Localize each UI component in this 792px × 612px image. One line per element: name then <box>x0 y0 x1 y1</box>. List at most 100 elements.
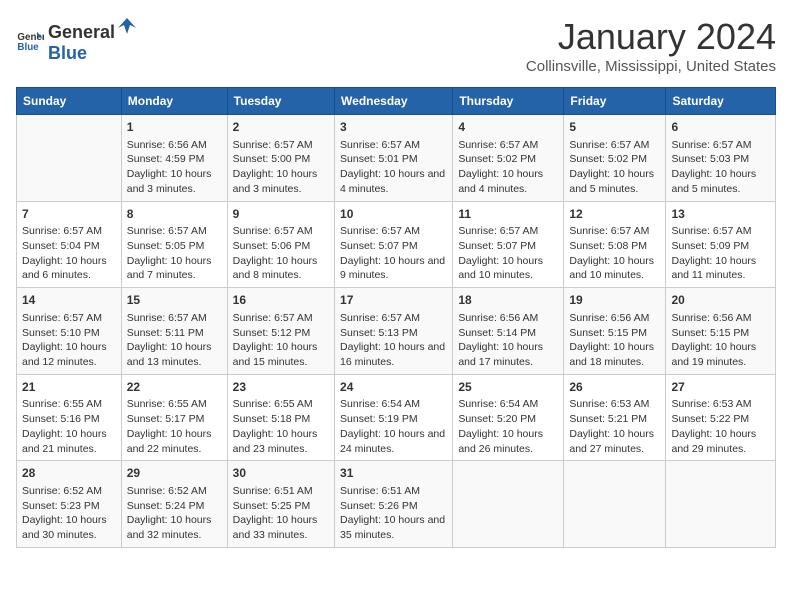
calendar-table: SundayMondayTuesdayWednesdayThursdayFrid… <box>16 87 776 548</box>
calendar-cell: 16Sunrise: 6:57 AMSunset: 5:12 PMDayligh… <box>227 288 334 375</box>
day-info: Sunrise: 6:56 AMSunset: 5:15 PMDaylight:… <box>569 311 660 370</box>
weekday-header-monday: Monday <box>121 88 227 115</box>
day-info: Sunrise: 6:56 AMSunset: 5:14 PMDaylight:… <box>458 311 558 370</box>
day-number: 9 <box>233 206 329 223</box>
day-number: 4 <box>458 119 558 136</box>
calendar-cell: 28Sunrise: 6:52 AMSunset: 5:23 PMDayligh… <box>17 461 122 548</box>
calendar-cell: 8Sunrise: 6:57 AMSunset: 5:05 PMDaylight… <box>121 201 227 288</box>
logo: General Blue General Blue <box>16 16 139 64</box>
day-number: 11 <box>458 206 558 223</box>
day-number: 24 <box>340 379 447 396</box>
day-info: Sunrise: 6:57 AMSunset: 5:02 PMDaylight:… <box>569 138 660 197</box>
calendar-cell: 18 Sunrise: 6:56 AMSunset: 5:14 PMDayligh… <box>453 288 564 375</box>
calendar-cell: 6 Sunrise: 6:57 AMSunset: 5:03 PMDaylight… <box>666 115 776 202</box>
calendar-cell: 5Sunrise: 6:57 AMSunset: 5:02 PMDaylight… <box>564 115 666 202</box>
day-number: 19 <box>569 292 660 309</box>
day-info: Sunrise: 6:57 AMSunset: 5:07 PMDaylight:… <box>458 224 558 283</box>
day-number: 1 <box>127 119 222 136</box>
day-number: 23 <box>233 379 329 396</box>
week-row-3: 14Sunrise: 6:57 AMSunset: 5:10 PMDayligh… <box>17 288 776 375</box>
calendar-cell: 19 Sunrise: 6:56 AMSunset: 5:15 PMDayligh… <box>564 288 666 375</box>
calendar-cell: 25Sunrise: 6:54 AMSunset: 5:20 PMDayligh… <box>453 374 564 461</box>
calendar-cell: 3Sunrise: 6:57 AMSunset: 5:01 PMDaylight… <box>335 115 453 202</box>
logo-general-text: General <box>48 22 115 43</box>
calendar-cell: 12Sunrise: 6:57 AMSunset: 5:08 PMDayligh… <box>564 201 666 288</box>
weekday-header-tuesday: Tuesday <box>227 88 334 115</box>
calendar-cell: 11Sunrise: 6:57 AMSunset: 5:07 PMDayligh… <box>453 201 564 288</box>
calendar-cell: 20 Sunrise: 6:56 AMSunset: 5:15 PMDayligh… <box>666 288 776 375</box>
day-info: Sunrise: 6:57 AMSunset: 5:03 PMDaylight:… <box>671 138 770 197</box>
week-row-2: 7Sunrise: 6:57 AMSunset: 5:04 PMDaylight… <box>17 201 776 288</box>
day-info: Sunrise: 6:54 AMSunset: 5:19 PMDaylight:… <box>340 397 447 456</box>
weekday-header-row: SundayMondayTuesdayWednesdayThursdayFrid… <box>17 88 776 115</box>
logo-bird-icon <box>116 16 138 38</box>
day-info: Sunrise: 6:51 AMSunset: 5:26 PMDaylight:… <box>340 484 447 543</box>
day-number: 8 <box>127 206 222 223</box>
week-row-4: 21Sunrise: 6:55 AMSunset: 5:16 PMDayligh… <box>17 374 776 461</box>
calendar-cell: 9Sunrise: 6:57 AMSunset: 5:06 PMDaylight… <box>227 201 334 288</box>
day-number: 22 <box>127 379 222 396</box>
day-info: Sunrise: 6:57 AMSunset: 5:00 PMDaylight:… <box>233 138 329 197</box>
day-number: 13 <box>671 206 770 223</box>
calendar-cell: 23Sunrise: 6:55 AMSunset: 5:18 PMDayligh… <box>227 374 334 461</box>
week-row-1: 1 Sunrise: 6:56 AMSunset: 4:59 PMDaylight… <box>17 115 776 202</box>
day-number: 2 <box>233 119 329 136</box>
weekday-header-friday: Friday <box>564 88 666 115</box>
day-number: 15 <box>127 292 222 309</box>
day-number: 18 <box>458 292 558 309</box>
weekday-header-wednesday: Wednesday <box>335 88 453 115</box>
day-number: 6 <box>671 119 770 136</box>
day-number: 25 <box>458 379 558 396</box>
calendar-cell: 14Sunrise: 6:57 AMSunset: 5:10 PMDayligh… <box>17 288 122 375</box>
calendar-cell: 1 Sunrise: 6:56 AMSunset: 4:59 PMDaylight… <box>121 115 227 202</box>
calendar-cell <box>17 115 122 202</box>
calendar-cell: 15 Sunrise: 6:57 AMSunset: 5:11 PMDayligh… <box>121 288 227 375</box>
day-info: Sunrise: 6:57 AMSunset: 5:01 PMDaylight:… <box>340 138 447 197</box>
day-info: Sunrise: 6:57 AMSunset: 5:09 PMDaylight:… <box>671 224 770 283</box>
day-info: Sunrise: 6:56 AMSunset: 5:15 PMDaylight:… <box>671 311 770 370</box>
svg-text:Blue: Blue <box>17 42 39 53</box>
calendar-cell <box>453 461 564 548</box>
day-info: Sunrise: 6:57 AMSunset: 5:02 PMDaylight:… <box>458 138 558 197</box>
weekday-header-saturday: Saturday <box>666 88 776 115</box>
calendar-cell <box>564 461 666 548</box>
day-info: Sunrise: 6:57 AMSunset: 5:12 PMDaylight:… <box>233 311 329 370</box>
day-info: Sunrise: 6:57 AMSunset: 5:13 PMDaylight:… <box>340 311 447 370</box>
calendar-subtitle: Collinsville, Mississippi, United States <box>526 58 776 75</box>
calendar-cell: 22Sunrise: 6:55 AMSunset: 5:17 PMDayligh… <box>121 374 227 461</box>
day-info: Sunrise: 6:57 AMSunset: 5:05 PMDaylight:… <box>127 224 222 283</box>
week-row-5: 28Sunrise: 6:52 AMSunset: 5:23 PMDayligh… <box>17 461 776 548</box>
day-info: Sunrise: 6:57 AMSunset: 5:11 PMDaylight:… <box>127 311 222 370</box>
day-number: 12 <box>569 206 660 223</box>
day-info: Sunrise: 6:52 AMSunset: 5:24 PMDaylight:… <box>127 484 222 543</box>
day-info: Sunrise: 6:57 AMSunset: 5:04 PMDaylight:… <box>22 224 116 283</box>
calendar-cell: 27Sunrise: 6:53 AMSunset: 5:22 PMDayligh… <box>666 374 776 461</box>
day-info: Sunrise: 6:53 AMSunset: 5:22 PMDaylight:… <box>671 397 770 456</box>
calendar-cell: 4 Sunrise: 6:57 AMSunset: 5:02 PMDaylight… <box>453 115 564 202</box>
day-info: Sunrise: 6:51 AMSunset: 5:25 PMDaylight:… <box>233 484 329 543</box>
page-header: General Blue General Blue January 2024 C… <box>16 16 776 75</box>
logo-blue-text: Blue <box>48 43 139 64</box>
calendar-cell: 30 Sunrise: 6:51 AMSunset: 5:25 PMDayligh… <box>227 461 334 548</box>
calendar-title: January 2024 <box>526 16 776 58</box>
day-info: Sunrise: 6:55 AMSunset: 5:17 PMDaylight:… <box>127 397 222 456</box>
calendar-cell: 2 Sunrise: 6:57 AMSunset: 5:00 PMDaylight… <box>227 115 334 202</box>
calendar-cell: 31Sunrise: 6:51 AMSunset: 5:26 PMDayligh… <box>335 461 453 548</box>
day-number: 30 <box>233 465 329 482</box>
day-info: Sunrise: 6:56 AMSunset: 4:59 PMDaylight:… <box>127 138 222 197</box>
day-info: Sunrise: 6:53 AMSunset: 5:21 PMDaylight:… <box>569 397 660 456</box>
day-number: 17 <box>340 292 447 309</box>
day-number: 7 <box>22 206 116 223</box>
day-info: Sunrise: 6:54 AMSunset: 5:20 PMDaylight:… <box>458 397 558 456</box>
title-block: January 2024 Collinsville, Mississippi, … <box>526 16 776 75</box>
calendar-cell: 26Sunrise: 6:53 AMSunset: 5:21 PMDayligh… <box>564 374 666 461</box>
day-info: Sunrise: 6:52 AMSunset: 5:23 PMDaylight:… <box>22 484 116 543</box>
day-info: Sunrise: 6:57 AMSunset: 5:07 PMDaylight:… <box>340 224 447 283</box>
day-number: 21 <box>22 379 116 396</box>
calendar-cell <box>666 461 776 548</box>
day-info: Sunrise: 6:57 AMSunset: 5:06 PMDaylight:… <box>233 224 329 283</box>
day-number: 20 <box>671 292 770 309</box>
day-info: Sunrise: 6:55 AMSunset: 5:18 PMDaylight:… <box>233 397 329 456</box>
day-number: 29 <box>127 465 222 482</box>
day-number: 10 <box>340 206 447 223</box>
